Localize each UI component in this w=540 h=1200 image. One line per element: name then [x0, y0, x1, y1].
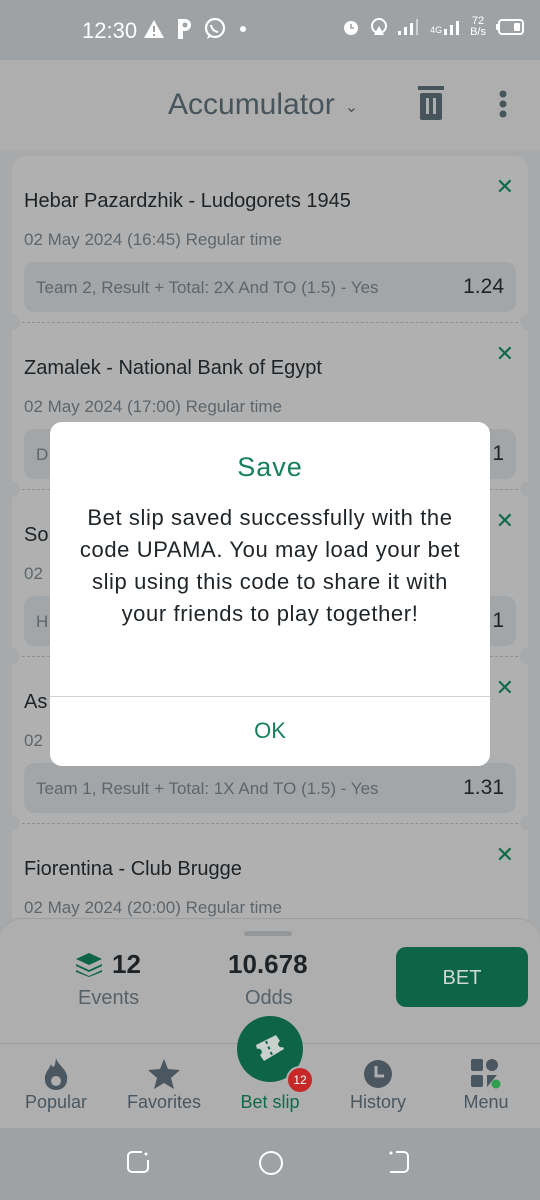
- nav-item-popular[interactable]: Popular: [6, 1056, 106, 1113]
- event-date: 02: [24, 731, 43, 750]
- nav-item-menu[interactable]: Menu: [436, 1056, 536, 1113]
- battery-icon: [496, 19, 524, 35]
- more-vertical-icon[interactable]: [498, 90, 508, 118]
- recents-icon[interactable]: [126, 1150, 150, 1174]
- 4g-signal-icon: 4G: [430, 19, 460, 35]
- chevron-down-icon: ⌄: [344, 99, 359, 116]
- event-teams: Hebar Pazardzhik - Ludogorets 1945: [24, 190, 351, 212]
- network-speed: 72 B/s: [470, 15, 486, 38]
- dialog-title: Save: [237, 452, 303, 482]
- signal-icon: [398, 19, 419, 35]
- pick-market: Team 1, Result + Total: 1X And TO (1.5) …: [36, 779, 379, 798]
- close-icon[interactable]: ✕: [496, 508, 514, 534]
- status-time: 12:30: [82, 18, 138, 43]
- nav-item-history[interactable]: History: [328, 1056, 428, 1113]
- whatsapp-icon: [204, 18, 226, 39]
- home-icon[interactable]: [258, 1150, 284, 1176]
- pick-odds: 1: [492, 609, 504, 632]
- pick-market: Team 2, Result + Total: 2X And TO (1.5) …: [36, 278, 379, 297]
- star-icon: [148, 1059, 180, 1089]
- nav-item-favorites[interactable]: Favorites: [114, 1056, 214, 1113]
- back-icon[interactable]: [388, 1150, 412, 1174]
- pick-odds: 1: [492, 442, 504, 465]
- dialog-divider: [50, 696, 490, 697]
- clock-icon: [364, 1060, 392, 1088]
- pick-odds: 1.24: [463, 275, 504, 298]
- close-icon[interactable]: ✕: [496, 341, 514, 367]
- pick-row: Team 1, Result + Total: 1X And TO (1.5) …: [24, 763, 516, 813]
- ticket-icon: [256, 1035, 284, 1061]
- close-icon[interactable]: ✕: [496, 842, 514, 868]
- bet-type-dropdown[interactable]: Accumulator ⌄: [168, 88, 358, 122]
- alarm-icon: [344, 21, 359, 35]
- pick-market: D: [36, 445, 49, 464]
- ok-button[interactable]: OK: [50, 718, 490, 744]
- hotspot-icon: [371, 18, 388, 35]
- event-teams: Fiorentina - Club Brugge: [24, 858, 242, 880]
- events-label: Events: [78, 987, 140, 1009]
- event-date: 02 May 2024 (17:00) Regular time: [24, 397, 282, 416]
- page-title: Accumulator: [168, 88, 335, 121]
- system-navigation: [0, 1128, 540, 1200]
- event-teams: Zamalek - National Bank of Egypt: [24, 357, 322, 379]
- bet-button[interactable]: BET: [396, 947, 528, 1007]
- p-icon: [178, 19, 191, 39]
- close-icon[interactable]: ✕: [496, 174, 514, 200]
- event-date: 02 May 2024 (16:45) Regular time: [24, 230, 282, 249]
- total-odds: 10.678: [228, 949, 308, 979]
- pick-row: Team 2, Result + Total: 2X And TO (1.5) …: [24, 262, 516, 312]
- event-teams: As: [24, 691, 48, 713]
- trash-icon[interactable]: [418, 86, 444, 120]
- warning-icon: [144, 20, 164, 38]
- odds-label: Odds: [245, 987, 293, 1009]
- dialog-message: Bet slip saved successfully with the cod…: [79, 505, 461, 626]
- pick-odds: 1.31: [463, 776, 504, 799]
- fire-icon: [44, 1058, 68, 1090]
- close-icon[interactable]: ✕: [496, 675, 514, 701]
- layers-icon: [76, 952, 102, 977]
- events-count: 12: [112, 949, 141, 979]
- event-date: 02: [24, 564, 43, 583]
- bet-slip-count-badge: 12: [286, 1066, 314, 1094]
- dot-icon: [240, 26, 246, 32]
- menu-grid-icon: [471, 1059, 501, 1089]
- status-bar: 12:30 4G 72 B/s: [0, 0, 540, 60]
- save-dialog: Save Bet slip saved successfully with th…: [50, 422, 490, 766]
- header: Accumulator ⌄: [0, 60, 540, 151]
- pick-market: H: [36, 612, 49, 631]
- drag-handle[interactable]: [244, 931, 292, 936]
- event-teams: So: [24, 524, 49, 546]
- event-date: 02 May 2024 (20:00) Regular time: [24, 898, 282, 917]
- event-item: Hebar Pazardzhik - Ludogorets 1945 02 Ma…: [4, 156, 536, 330]
